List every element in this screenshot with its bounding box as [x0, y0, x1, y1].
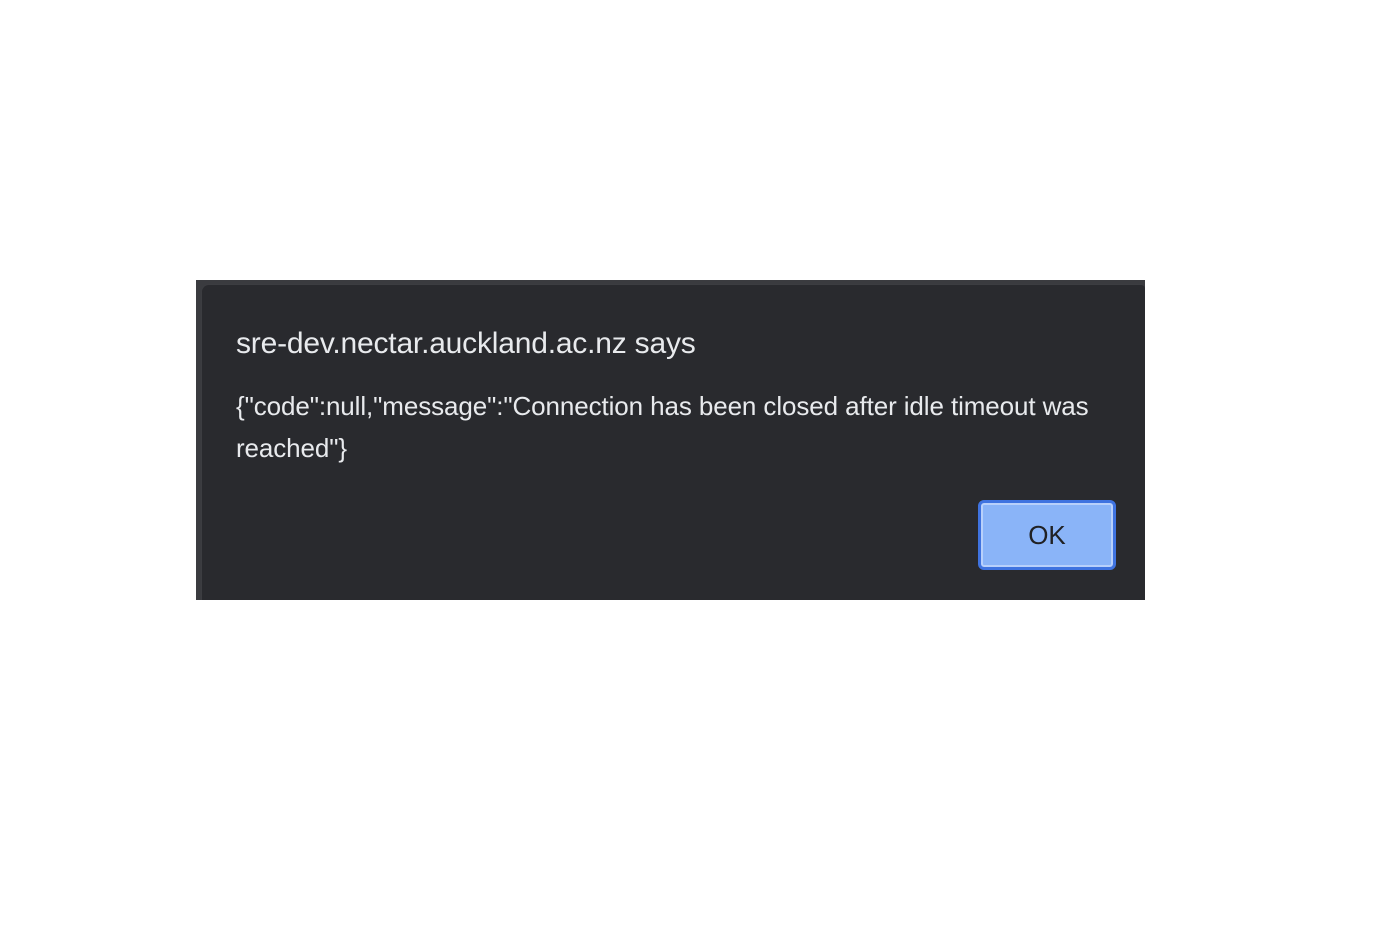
page: sre-dev.nectar.auckland.ac.nz says {"cod…	[0, 0, 1394, 942]
ok-button[interactable]: OK	[978, 500, 1116, 570]
dialog-title: sre-dev.nectar.auckland.ac.nz says	[236, 327, 696, 360]
alert-dialog: sre-dev.nectar.auckland.ac.nz says {"cod…	[201, 284, 1145, 600]
dialog-message: {"code":null,"message":"Connection has b…	[236, 391, 1089, 463]
